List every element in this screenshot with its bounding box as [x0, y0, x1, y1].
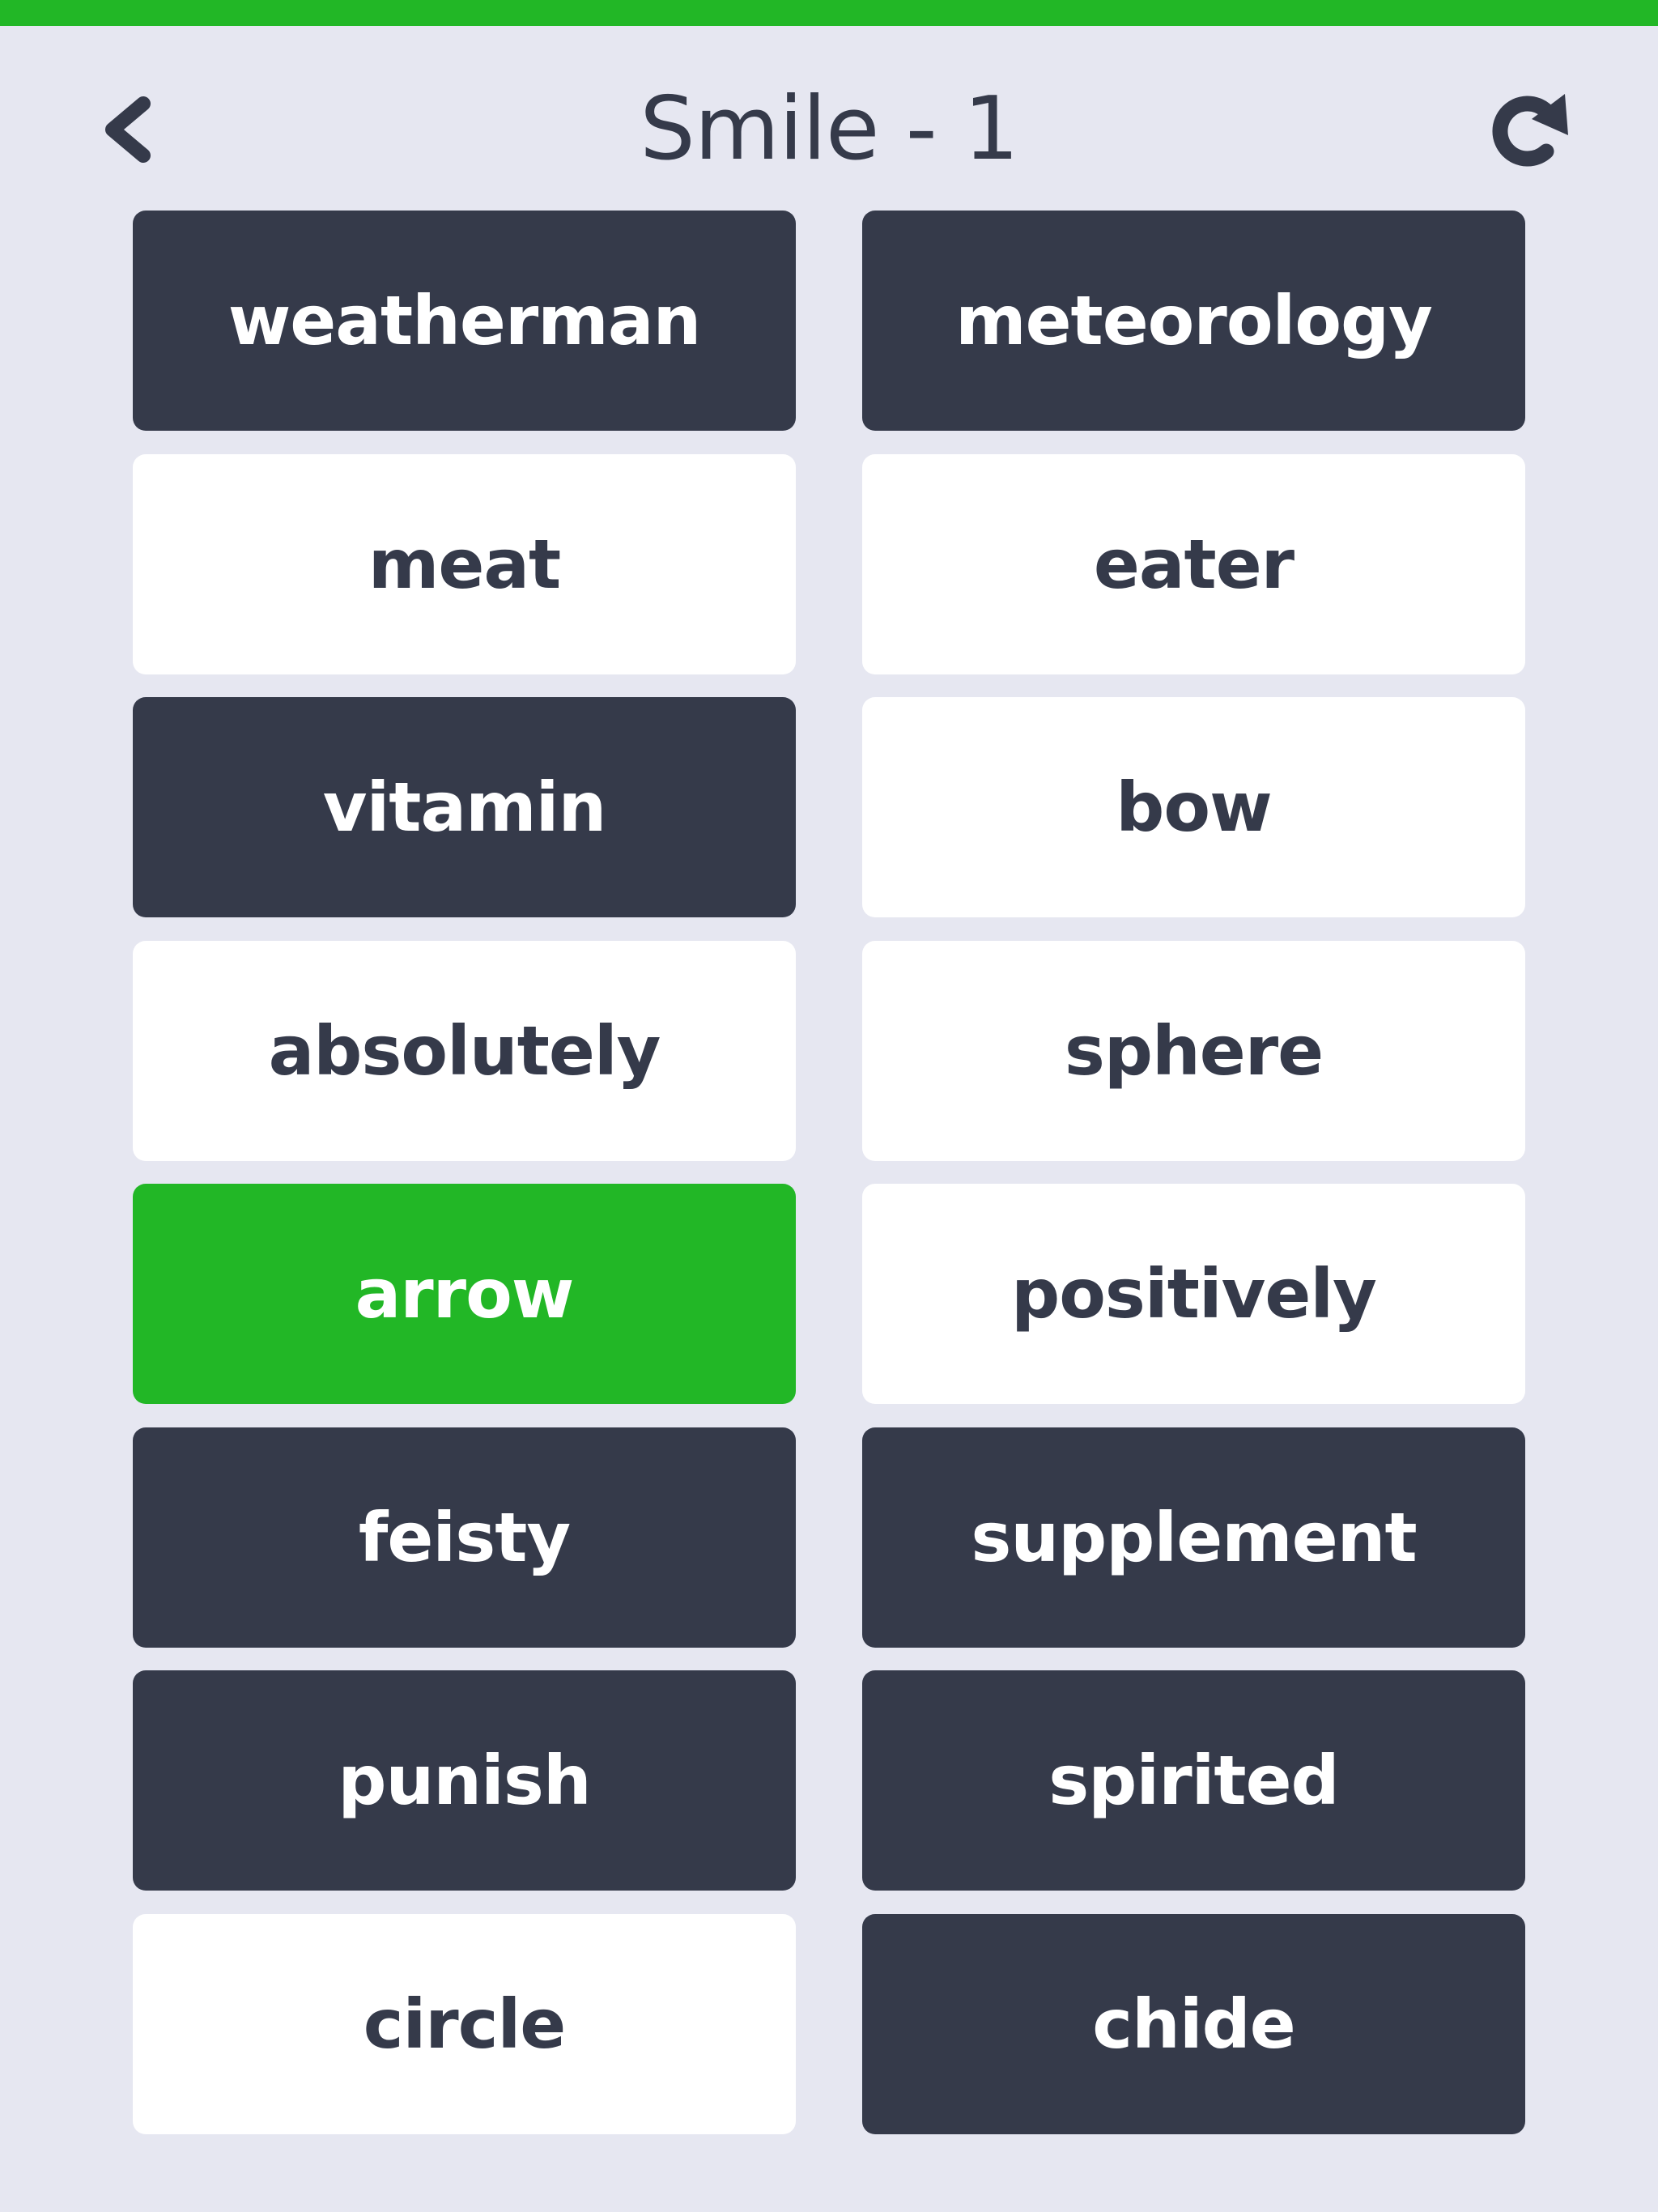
refresh-button[interactable] — [1472, 78, 1585, 183]
progress-bar — [0, 0, 1658, 26]
refresh-icon — [1492, 94, 1568, 167]
word-card[interactable]: spirited — [862, 1670, 1525, 1891]
word-card[interactable]: feisty — [133, 1427, 796, 1648]
word-card-selected[interactable]: arrow — [133, 1184, 796, 1404]
word-card-grid: weatherman meteorology meat eater vitami… — [133, 211, 1525, 2134]
word-card[interactable]: circle — [133, 1913, 796, 2134]
word-card[interactable]: positively — [862, 1184, 1525, 1404]
page-title: Smile - 1 — [640, 79, 1019, 180]
word-card[interactable]: absolutely — [133, 940, 796, 1161]
word-card[interactable]: sphere — [862, 940, 1525, 1161]
word-card[interactable]: meat — [133, 453, 796, 674]
progress-bar-fill — [0, 0, 1658, 26]
word-card[interactable]: chide — [862, 1913, 1525, 2134]
word-card[interactable]: punish — [133, 1670, 796, 1891]
word-card[interactable]: weatherman — [133, 211, 796, 431]
word-card[interactable]: vitamin — [133, 697, 796, 917]
word-card[interactable]: bow — [862, 697, 1525, 917]
word-card[interactable]: eater — [862, 453, 1525, 674]
word-card[interactable]: meteorology — [862, 211, 1525, 431]
word-card[interactable]: supplement — [862, 1427, 1525, 1648]
